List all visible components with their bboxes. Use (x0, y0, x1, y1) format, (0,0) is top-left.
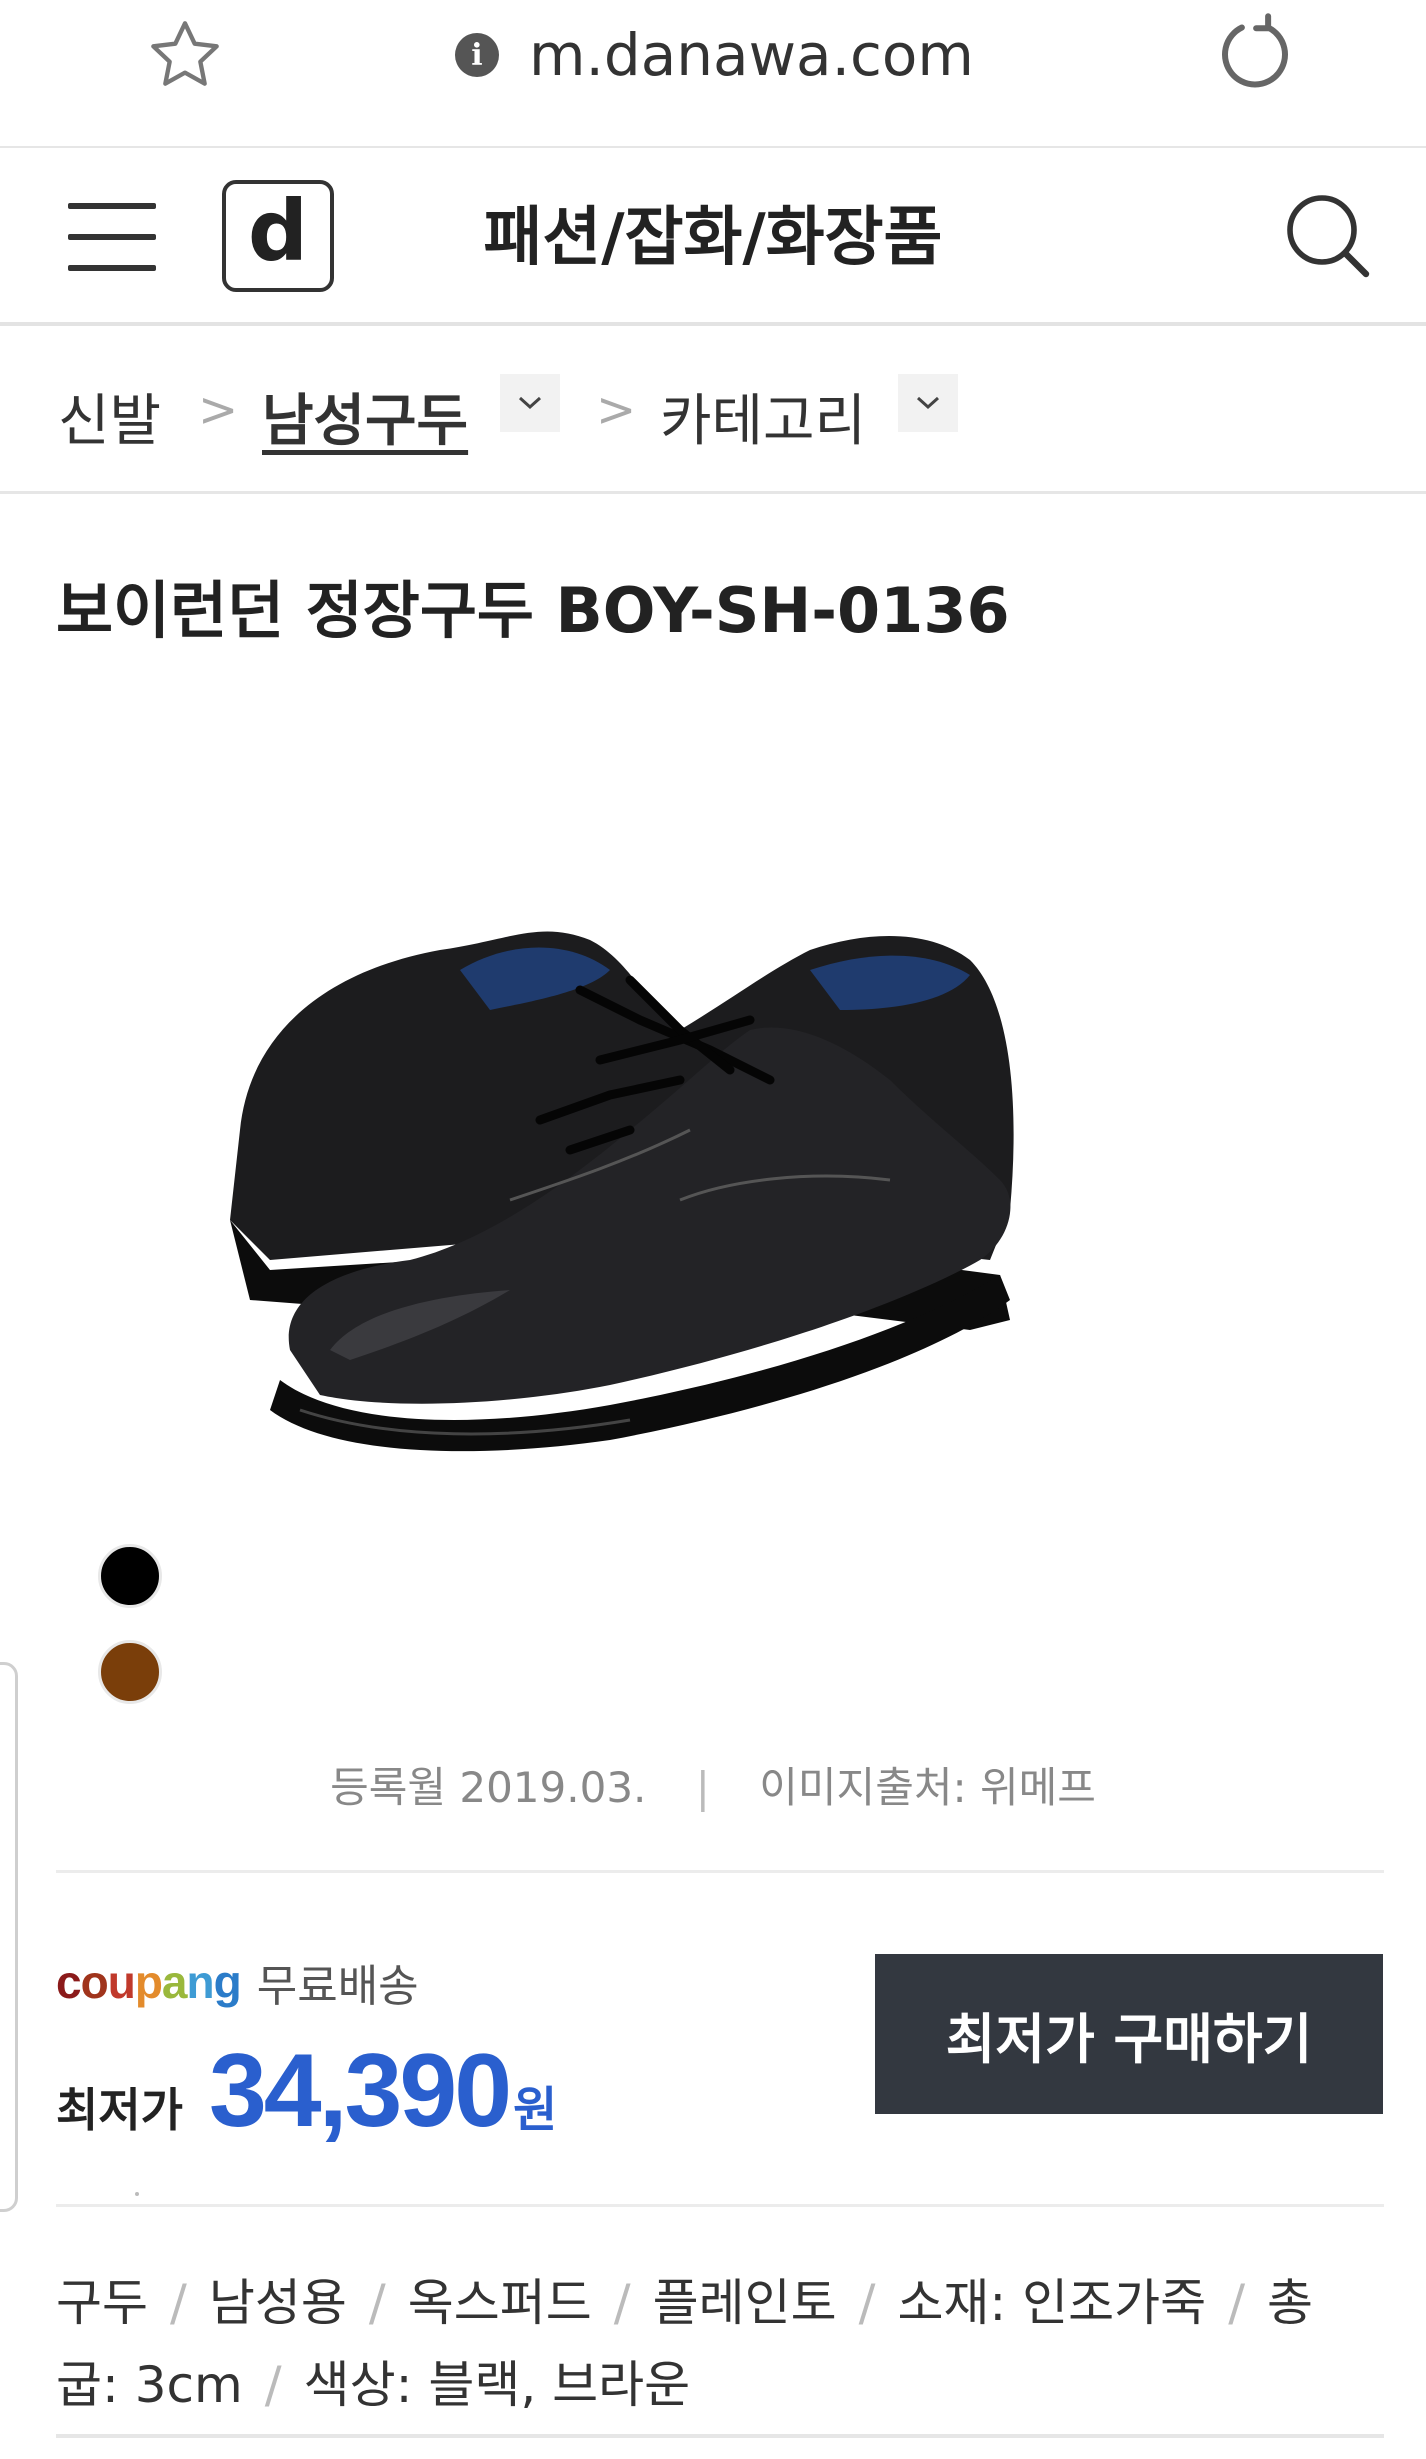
registration-date: 등록월 2019.03. (330, 1763, 647, 1812)
breadcrumb-item-category[interactable]: 카테고리 (660, 376, 866, 457)
lowest-price-row: 최저가 34,390 원 (56, 2032, 557, 2151)
price-unit: 원 (513, 2082, 558, 2138)
mall-row: coupang 무료배송 (56, 1950, 419, 2014)
reload-icon[interactable] (1210, 8, 1300, 98)
decorative-dot (135, 2192, 139, 2196)
color-swatch-black[interactable] (98, 1544, 162, 1608)
site-header: d 패션/잡화/화장품 (0, 148, 1426, 326)
url-field[interactable]: i m.danawa.com (455, 15, 974, 95)
spec-item: 옥스퍼드 (407, 2274, 592, 2332)
search-icon[interactable] (1280, 188, 1376, 284)
price-amount[interactable]: 34,390 (209, 2032, 512, 2151)
breadcrumb-item-shoes[interactable]: 신발 (58, 376, 161, 457)
breadcrumb: 신발 > 남성구두 > 카테고리 (0, 326, 1426, 494)
spec-item: 구두 (56, 2274, 148, 2332)
section-divider (56, 1870, 1384, 1873)
side-drawer-handle[interactable] (0, 1662, 18, 2212)
bookmark-star-icon[interactable] (140, 10, 230, 100)
product-specs: 구두 / 남성용 / 옥스퍼드 / 플레인토 / 소재: 인조가죽 / 총 굽: 3cm / 색상: 블… (56, 2274, 1314, 2414)
spec-item: 플레인토 (652, 2274, 837, 2332)
breadcrumb-separator: > (198, 382, 239, 438)
spec-item: 굽: 3cm (56, 2356, 243, 2414)
lowest-price-label: 최저가 (56, 2083, 183, 2137)
breadcrumb-separator: > (596, 382, 637, 438)
product-image[interactable] (210, 880, 1220, 1500)
browser-url-bar: i m.danawa.com (0, 0, 1426, 148)
buy-lowest-price-button[interactable]: 최저가 구매하기 (875, 1954, 1383, 2114)
section-divider (56, 2434, 1384, 2438)
color-swatch-brown[interactable] (98, 1640, 162, 1704)
product-title: 보이런던 정장구두 BOY-SH-0136 (56, 574, 1010, 647)
chevron-down-icon[interactable] (898, 374, 958, 432)
coupang-logo[interactable]: coupang (56, 1955, 242, 2009)
spec-item: 소재: 인조가죽 (897, 2274, 1207, 2332)
chevron-down-icon[interactable] (500, 374, 560, 432)
spec-item: 총 (1267, 2274, 1314, 2332)
breadcrumb-item-mens-shoes[interactable]: 남성구두 (262, 376, 468, 457)
url-text: m.danawa.com (529, 21, 974, 89)
section-divider (56, 2204, 1384, 2207)
spec-item: 색상: 블랙, 브라운 (303, 2356, 691, 2414)
shipping-label: 무료배송 (256, 1961, 419, 2012)
info-divider: | (695, 1763, 710, 1812)
spec-item: 남성용 (208, 2274, 347, 2332)
site-info-icon[interactable]: i (455, 33, 499, 77)
page-title: 패션/잡화/화장품 (483, 201, 943, 275)
registration-info: 등록월 2019.03. | 이미지출처: 위메프 (0, 1754, 1426, 1815)
image-source: 이미지출처: 위메프 (759, 1763, 1096, 1812)
